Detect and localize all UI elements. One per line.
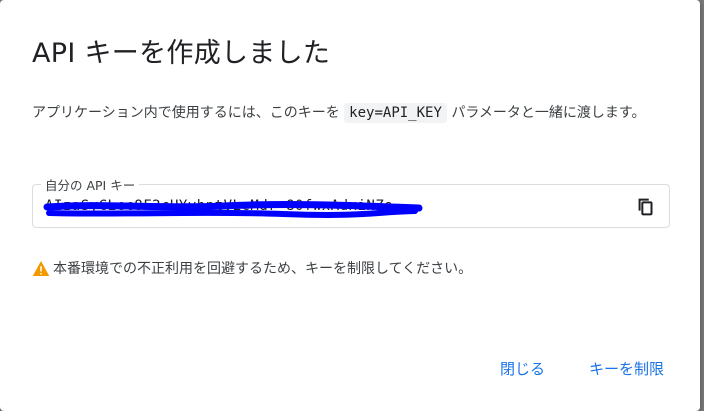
warning-text: 本番環境での不正利用を回避するため、キーを制限してください。 [53, 261, 473, 277]
restriction-warning: 本番環境での不正利用を回避するため、キーを制限してください。 [32, 258, 472, 278]
description-code: key=API_KEY [344, 103, 447, 123]
api-key-field[interactable]: 自分の API キー AIzaSyCLcc8F2cHYvhptVLcMdr-80… [32, 175, 670, 228]
restrict-key-button[interactable]: キーを制限 [573, 352, 680, 385]
copy-icon[interactable] [635, 196, 657, 218]
redaction-scribble [43, 201, 423, 218]
api-key-created-dialog: API キーを作成しました アプリケーション内で使用するには、このキーを key… [0, 0, 700, 411]
api-key-field-label: 自分の API キー [41, 175, 140, 194]
warning-icon [32, 260, 50, 276]
close-button[interactable]: 閉じる [484, 352, 561, 385]
description-text-before: アプリケーション内で使用するには、このキーを [32, 105, 340, 121]
dialog-title: API キーを作成しました [32, 38, 331, 69]
dialog-actions: 閉じる キーを制限 [472, 352, 680, 385]
description-text-after: パラメータと一緒に渡します。 [451, 105, 646, 121]
dialog-description: アプリケーション内で使用するには、このキーを key=API_KEY パラメータ… [32, 100, 672, 126]
